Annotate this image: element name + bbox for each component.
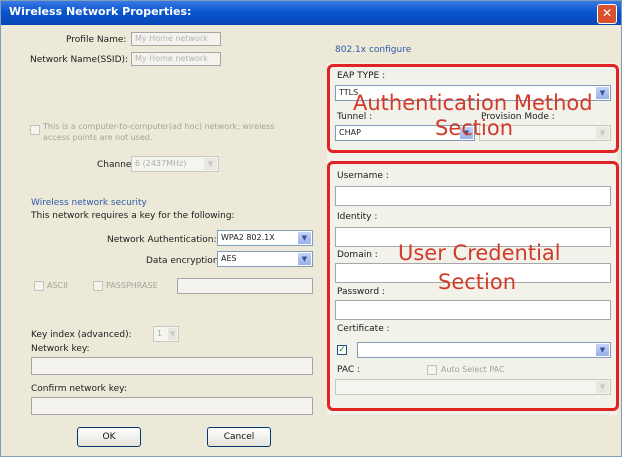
close-icon[interactable]: ✕: [597, 4, 617, 24]
chevron-down-icon: ▼: [168, 328, 177, 340]
security-heading: Wireless network security: [31, 198, 147, 208]
confirm-key-input[interactable]: [31, 397, 313, 415]
network-auth-value: WPA2 802.1X: [221, 233, 275, 242]
adhoc-text-line1: This is a computer-to-computer(ad hoc) n…: [43, 122, 275, 131]
8021x-configure-link[interactable]: 802.1x configure: [335, 45, 411, 55]
network-auth-label: Network Authentication:: [107, 235, 217, 245]
requires-key-text: This network requires a key for the foll…: [31, 211, 235, 221]
profile-name-input[interactable]: My Home network: [131, 32, 221, 46]
window-title: Wireless Network Properties:: [9, 5, 192, 18]
wireless-properties-window: Wireless Network Properties: ✕ Profile N…: [0, 0, 622, 457]
title-bar[interactable]: Wireless Network Properties: ✕: [1, 1, 621, 25]
ssid-label: Network Name(SSID):: [30, 55, 129, 65]
auth-method-annotation-line1: Authentication Method: [353, 91, 593, 115]
network-auth-select[interactable]: WPA2 802.1X ▼: [217, 230, 313, 246]
ok-button[interactable]: OK: [77, 427, 141, 447]
passphrase-checkbox[interactable]: [93, 281, 103, 291]
data-encryption-value: AES: [221, 254, 237, 263]
ssid-input[interactable]: My Home network: [131, 52, 221, 66]
ascii-checkbox[interactable]: [34, 281, 44, 291]
key-index-value: 1: [157, 329, 163, 338]
adhoc-checkbox[interactable]: [30, 125, 40, 135]
chevron-down-icon: ▼: [204, 158, 217, 170]
cancel-button[interactable]: Cancel: [207, 427, 271, 447]
network-key-label: Network key:: [31, 344, 90, 354]
user-credential-annotation-line2: Section: [438, 270, 517, 294]
chevron-down-icon: ▼: [298, 253, 311, 265]
channel-value: 6 (2437MHz): [135, 159, 187, 168]
chevron-down-icon: ▼: [298, 232, 311, 244]
key-index-select[interactable]: 1 ▼: [153, 326, 179, 342]
network-key-input[interactable]: [31, 357, 313, 375]
user-credential-annotation-line1: User Credential: [398, 241, 561, 265]
channel-select[interactable]: 6 (2437MHz) ▼: [131, 156, 219, 172]
passphrase-label: PASSPHRASE: [106, 281, 158, 290]
ascii-label: ASCII: [47, 281, 68, 290]
data-encryption-label: Data encryption:: [146, 256, 222, 266]
data-encryption-select[interactable]: AES ▼: [217, 251, 313, 267]
passphrase-input[interactable]: [177, 278, 313, 294]
profile-name-label: Profile Name:: [66, 35, 127, 45]
adhoc-text-line2: access points are not used.: [43, 133, 153, 142]
confirm-key-label: Confirm network key:: [31, 384, 127, 394]
key-index-label: Key index (advanced):: [31, 330, 132, 340]
auth-method-annotation-line2: Section: [435, 116, 514, 140]
